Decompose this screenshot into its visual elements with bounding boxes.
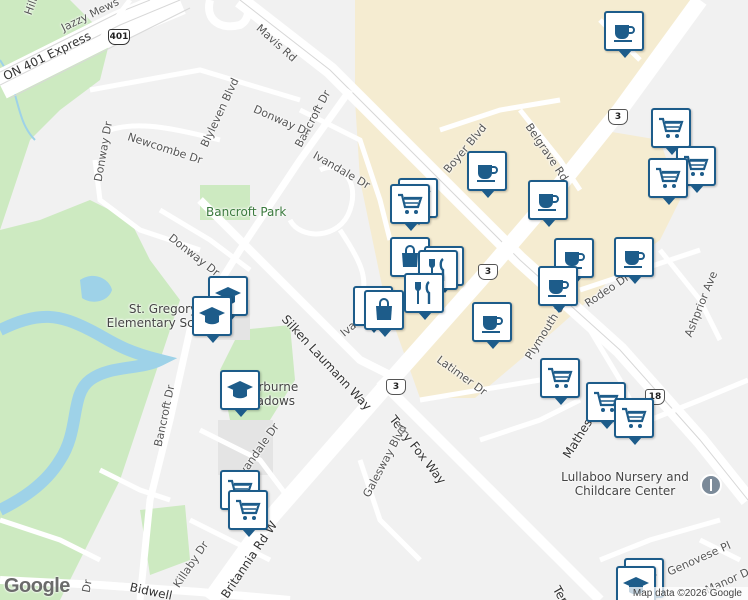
info-poi-icon[interactable] bbox=[700, 474, 722, 496]
cafe-marker[interactable] bbox=[467, 151, 507, 198]
google-logo: Google bbox=[4, 575, 70, 597]
shopping-marker[interactable] bbox=[364, 290, 404, 337]
coffee-cup-icon bbox=[482, 316, 503, 333]
cafe-marker[interactable] bbox=[472, 302, 512, 349]
grocery-marker[interactable] bbox=[651, 108, 691, 155]
shopping-cart-icon bbox=[236, 499, 261, 520]
grocery-marker[interactable] bbox=[614, 398, 654, 445]
graduation-cap-icon bbox=[199, 307, 225, 325]
restaurant-marker[interactable] bbox=[404, 273, 444, 320]
cafe-marker[interactable] bbox=[604, 11, 644, 58]
cafe-marker[interactable] bbox=[614, 237, 654, 284]
shopping-cart-icon bbox=[659, 117, 684, 138]
fork-knife-icon bbox=[415, 281, 431, 304]
shopping-cart-icon bbox=[398, 193, 423, 214]
lullaboo-nursery-label: Lullaboo Nursery and Childcare Center bbox=[561, 470, 689, 498]
coffee-cup-icon bbox=[614, 25, 635, 42]
cafe-marker[interactable] bbox=[528, 180, 568, 227]
grocery-marker[interactable] bbox=[648, 158, 688, 205]
school-marker[interactable] bbox=[192, 296, 232, 343]
hwy-3-shield-bottom: 3 bbox=[386, 379, 406, 395]
coffee-cup-icon bbox=[538, 194, 559, 211]
map-canvas[interactable]: ON 401 Express Mavis Rd Jazzy Mews Hill … bbox=[0, 0, 748, 600]
bottom-left-road-label: Dr bbox=[79, 578, 95, 594]
hwy-3-shield-mid: 3 bbox=[478, 264, 498, 280]
hwy-3-shield-top: 3 bbox=[608, 109, 628, 125]
hwy-401-shield: 401 bbox=[108, 29, 130, 45]
map-attribution[interactable]: Map data ©2026 Google bbox=[626, 587, 748, 600]
grocery-marker[interactable] bbox=[540, 358, 580, 405]
grocery-marker[interactable] bbox=[390, 184, 430, 231]
coffee-cup-icon bbox=[624, 251, 645, 268]
coffee-cup-icon bbox=[548, 280, 569, 297]
shopping-bag-icon bbox=[376, 298, 392, 320]
shopping-cart-icon bbox=[656, 167, 681, 188]
grocery-marker[interactable] bbox=[228, 490, 268, 537]
shopping-cart-icon bbox=[622, 407, 647, 428]
coffee-cup-icon bbox=[477, 165, 498, 182]
shopping-cart-icon bbox=[548, 367, 573, 388]
bancroft-park-label: Bancroft Park bbox=[206, 205, 287, 219]
graduation-cap-icon bbox=[227, 381, 253, 399]
school-marker[interactable] bbox=[220, 370, 260, 417]
cafe-marker[interactable] bbox=[538, 266, 578, 313]
